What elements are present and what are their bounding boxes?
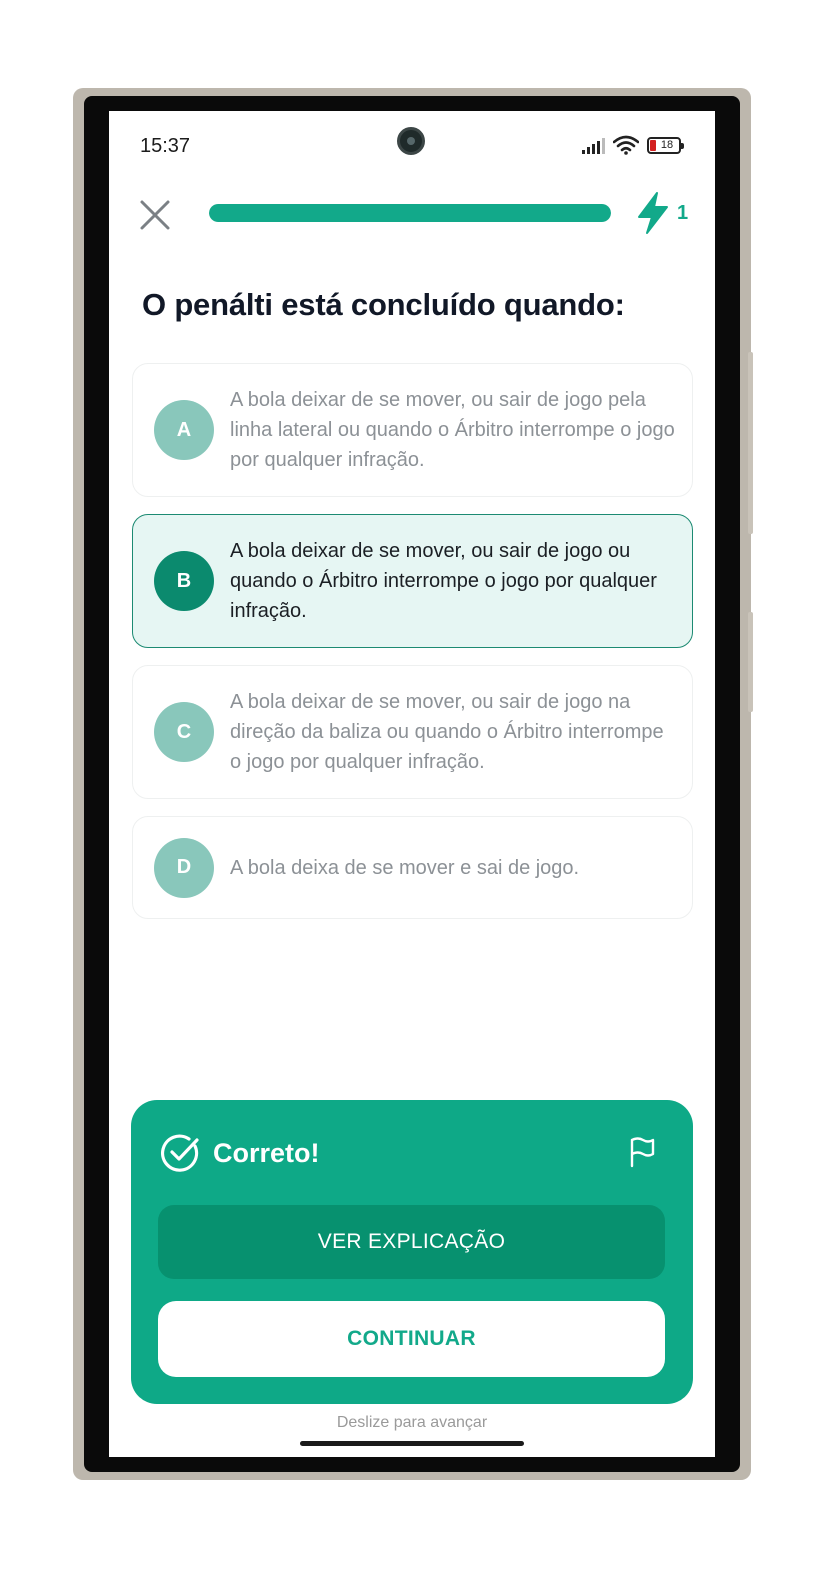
option-letter: B [154,551,214,611]
screen: 15:37 18 1 O penálti está concluído quan… [109,111,715,1457]
feedback-title: Correto! [213,1138,320,1168]
option-text: A bola deixar de se mover, ou sair de jo… [230,691,664,773]
feedback-panel: Correto! VER EXPLICAÇÃO CONTINUAR [131,1100,693,1404]
swipe-hint: Deslize para avançar [336,1414,488,1431]
power-button [748,612,753,712]
check-circle-icon [160,1134,199,1172]
option-letter: A [154,400,214,460]
see-explanation-button[interactable]: VER EXPLICAÇÃO [158,1205,665,1279]
signal-icon [582,136,605,154]
close-icon[interactable] [137,197,173,233]
flag-icon[interactable] [627,1136,657,1168]
option-letter: C [154,702,214,762]
option-text: A bola deixar de se mover, ou sair de jo… [230,389,675,471]
lesson-progress-fill [209,204,611,222]
wifi-icon [613,135,639,155]
answer-option-c[interactable]: C A bola deixar de se mover, ou sair de … [132,665,693,799]
streak-count: 1 [677,201,689,224]
answer-option-a[interactable]: A A bola deixar de se mover, ou sair de … [132,363,693,497]
question-text: O penálti está concluído quando: [142,287,625,322]
option-text: A bola deixa de se mover e sai de jogo. [230,856,580,879]
home-indicator[interactable] [300,1441,524,1446]
front-camera [397,127,425,155]
battery-icon: 18 [647,136,684,154]
battery-level: 18 [660,139,674,151]
option-letter: D [154,837,214,898]
status-time: 15:37 [140,135,191,157]
volume-button [748,352,753,534]
lesson-progress-bar [209,204,611,222]
status-icons: 18 [582,135,684,155]
answer-option-b[interactable]: B A bola deixar de se mover, ou sair de … [132,514,693,648]
continue-button[interactable]: CONTINUAR [158,1301,665,1377]
option-text: A bola deixar de se mover, ou sair de jo… [230,540,657,622]
lightning-icon [638,192,668,234]
answer-option-d[interactable]: D A bola deixa de se mover e sai de jogo… [132,816,693,919]
streak-counter: 1 [633,191,688,235]
